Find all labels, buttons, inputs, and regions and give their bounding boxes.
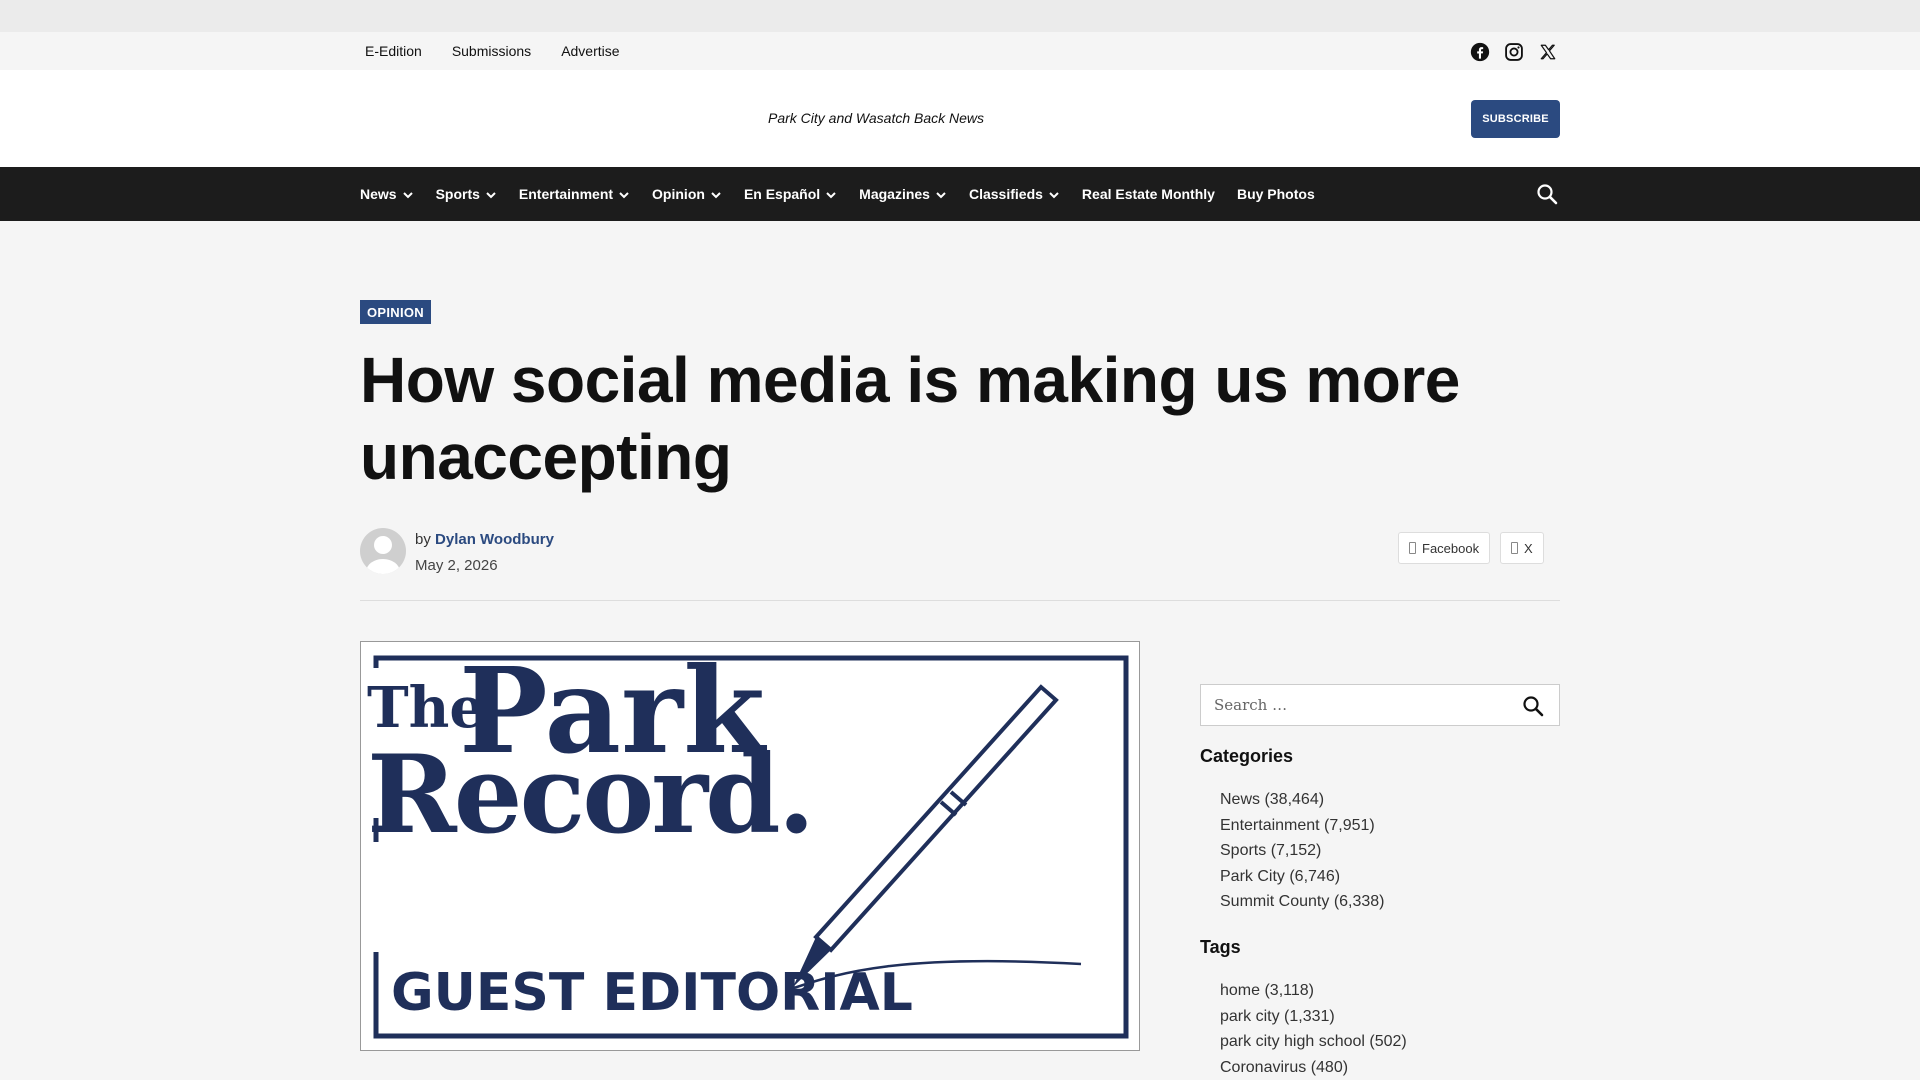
nav-item-classifieds[interactable]: Classifieds [969, 186, 1060, 202]
sidebar-search-input[interactable] [1201, 685, 1501, 725]
nav-item-label: Buy Photos [1236, 186, 1315, 202]
nav-item-opinion[interactable]: Opinion [652, 186, 722, 202]
publish-date: May 2, 2026 [415, 557, 498, 574]
share-facebook-label: Facebook [1422, 540, 1480, 556]
nav-item-magazines[interactable]: Magazines [859, 186, 947, 202]
categories-list: News (38,464) Entertainment (7,951) Sports… [1220, 787, 1385, 915]
featured-image: The Park Record. GUEST EDITORIAL [360, 641, 1140, 1051]
nav-item-label: News [360, 186, 397, 202]
categories-title: Categories [1200, 746, 1294, 766]
tag-item[interactable]: park city (1,331) [1220, 1004, 1407, 1030]
utility-bar: E-Edition Submissions Advertise [0, 32, 1920, 70]
utility-links: E-Edition Submissions Advertise [365, 43, 620, 59]
chevron-down-icon[interactable] [485, 188, 497, 200]
facebook-share-icon [1409, 542, 1416, 554]
chevron-down-icon[interactable] [402, 188, 414, 200]
sidebar-search [1200, 684, 1560, 726]
x-icon[interactable] [1537, 41, 1558, 62]
nav-item-label: En Español [743, 186, 821, 202]
tags-title: Tags [1200, 937, 1241, 957]
nav-item-news[interactable]: News [360, 186, 414, 202]
header-divider [360, 600, 1560, 601]
byline-row: by Dylan Woodbury May 2, 2026 Facebook X [360, 528, 1560, 578]
social-links [1469, 41, 1558, 62]
tag-item[interactable]: park city high school (502) [1220, 1029, 1407, 1055]
nav-item-label: Magazines [859, 186, 930, 202]
byline-prefix: by [415, 531, 431, 548]
top-strip [0, 0, 1920, 32]
search-icon[interactable] [1521, 694, 1545, 718]
category-badge[interactable]: OPINION [360, 300, 431, 324]
tag-item[interactable]: Coronavirus (480) [1220, 1055, 1407, 1080]
nav-item-label: Opinion [652, 186, 705, 202]
share-x-label: X [1524, 540, 1533, 556]
nav-item-label: Classifieds [968, 186, 1043, 202]
nav-items: News Sports Entertainment Opinion En Español… [360, 167, 1337, 221]
article-headline: How social media is making us more unacc… [360, 344, 1460, 493]
utility-link-submissions[interactable]: Submissions [452, 43, 531, 59]
chevron-down-icon[interactable] [618, 188, 630, 200]
nav-item-real-estate-monthly[interactable]: Real Estate Monthly [1082, 186, 1215, 202]
utility-link-advertise[interactable]: Advertise [561, 43, 619, 59]
search-icon[interactable] [1535, 182, 1559, 206]
nav-item-label: Real Estate Monthly [1081, 186, 1215, 202]
nav-item-buy-photos[interactable]: Buy Photos [1237, 186, 1315, 202]
chevron-down-icon[interactable] [1048, 188, 1060, 200]
category-item[interactable]: News (38,464) [1220, 787, 1385, 813]
byline: by Dylan Woodbury [415, 531, 554, 548]
category-item[interactable]: Park City (6,746) [1220, 864, 1385, 890]
share-facebook-button[interactable]: Facebook [1398, 532, 1491, 564]
nav-item-en-espa-ol[interactable]: En Español [744, 186, 837, 202]
author-link[interactable]: Dylan Woodbury [435, 531, 554, 548]
category-item[interactable]: Summit County (6,338) [1220, 889, 1385, 915]
guest-editorial-label: GUEST EDITORIAL [391, 963, 913, 1023]
utility-link-e-edition[interactable]: E-Edition [365, 43, 422, 59]
site-tagline: Park City and Wasatch Back News [768, 110, 985, 126]
tag-item[interactable]: home (3,118) [1220, 978, 1407, 1004]
facebook-icon[interactable] [1469, 41, 1490, 62]
category-item[interactable]: Entertainment (7,951) [1220, 813, 1385, 839]
author-avatar[interactable] [360, 528, 406, 574]
nav-item-label: Sports [435, 186, 480, 202]
instagram-icon[interactable] [1503, 41, 1524, 62]
chevron-down-icon[interactable] [825, 188, 837, 200]
chevron-down-icon[interactable] [935, 188, 947, 200]
nav-item-label: Entertainment [518, 186, 614, 202]
chevron-down-icon[interactable] [710, 188, 722, 200]
tags-list: home (3,118) park city (1,331) park city h… [1220, 978, 1407, 1080]
main-navigation: News Sports Entertainment Opinion En Español… [0, 167, 1920, 221]
nav-item-entertainment[interactable]: Entertainment [519, 186, 630, 202]
fountain-pen-icon [790, 684, 1082, 991]
share-x-button[interactable]: X [1500, 532, 1544, 564]
masthead: Park City and Wasatch Back News SUBSCRIB… [0, 70, 1920, 167]
x-share-icon [1511, 542, 1518, 554]
logo-record: Record. [367, 732, 812, 858]
subscribe-button[interactable]: SUBSCRIBE [1471, 100, 1560, 138]
nav-item-sports[interactable]: Sports [436, 186, 497, 202]
category-item[interactable]: Sports (7,152) [1220, 838, 1385, 864]
